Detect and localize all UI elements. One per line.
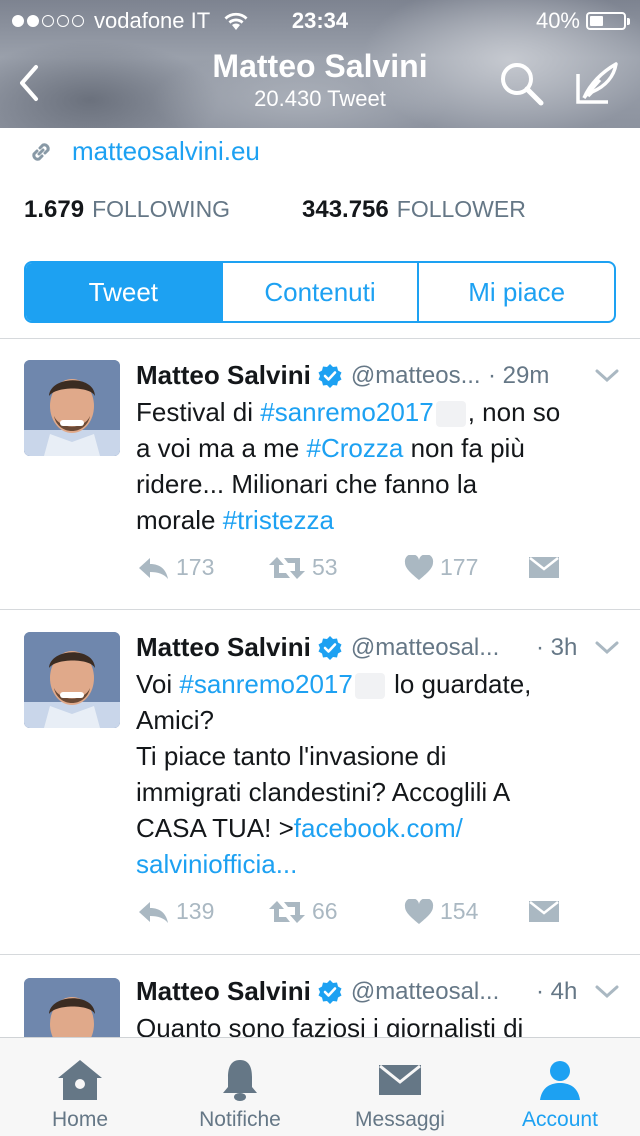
tweet-actions: 139 66 154 — [136, 898, 596, 938]
hashtag-link[interactable]: #sanremo2017 — [179, 669, 352, 699]
heart-icon — [404, 554, 434, 580]
status-bar: vodafone IT 23:34 40% — [0, 0, 640, 40]
tweet-author-name[interactable]: Matteo Salvini — [136, 360, 311, 391]
tabbar-account[interactable]: Account — [480, 1038, 640, 1136]
retweet-icon — [269, 900, 305, 923]
tweet-author-name[interactable]: Matteo Salvini — [136, 976, 311, 1007]
reply-count: 173 — [176, 554, 215, 580]
chevron-down-icon[interactable] — [594, 640, 620, 656]
profile-photo — [24, 978, 120, 1038]
profile-header: vodafone IT 23:34 40% Matteo Salvini 20.… — [0, 0, 640, 128]
verified-badge-icon — [318, 979, 342, 1004]
divider — [0, 954, 640, 955]
link-icon — [32, 142, 50, 161]
retweet-icon — [269, 556, 305, 579]
follower-count: 343.756 — [302, 196, 389, 223]
follower-label: FOLLOWER — [396, 196, 526, 222]
profile-photo — [24, 360, 120, 456]
profile-website[interactable]: matteosalvini.eu — [28, 136, 260, 167]
avatar[interactable] — [24, 978, 120, 1038]
direct-message-button[interactable] — [528, 898, 566, 924]
following-label: FOLLOWING — [92, 196, 231, 222]
tabbar-notifications-label: Notifiche — [199, 1108, 281, 1131]
url-link[interactable]: facebook.com/ — [294, 813, 463, 843]
like-button[interactable]: 154 — [404, 898, 478, 925]
tweet-item[interactable]: Matteo Salvini @matteosal... · 3h Voi #s… — [0, 620, 640, 954]
reply-icon — [139, 901, 168, 923]
bell-icon — [223, 1060, 257, 1101]
following-count: 1.679 — [24, 196, 85, 223]
reply-button[interactable]: 139 — [136, 898, 214, 925]
chevron-down-icon[interactable] — [594, 984, 620, 1000]
tweet-text: Quanto sono faziosi i giornalisti di — [136, 1013, 524, 1038]
tweet-timestamp: · 4h — [536, 978, 578, 1005]
website-link[interactable]: matteosalvini.eu — [72, 136, 260, 167]
tweet-author-handle[interactable]: @matteosal... — [351, 634, 499, 662]
verified-badge-icon — [318, 363, 342, 388]
tabbar-notifications[interactable]: Notifiche — [160, 1038, 320, 1136]
like-count: 177 — [440, 554, 479, 580]
battery-percent: 40% — [535, 8, 580, 33]
tweet-author-handle[interactable]: @matteosal... — [351, 978, 499, 1006]
tabbar-messages-label: Messaggi — [355, 1108, 445, 1131]
hashtag-link[interactable]: #tristezza — [223, 505, 334, 535]
heart-icon — [404, 898, 434, 924]
envelope-icon — [529, 557, 559, 578]
following-stat[interactable]: 1.679 FOLLOWING — [24, 196, 230, 224]
tweet-item[interactable]: Matteo Salvini @matteosal... · 4h Quanto… — [0, 966, 640, 1038]
envelope-icon — [529, 901, 559, 922]
verified-badge-icon — [318, 635, 342, 660]
url-link[interactable]: salviniofficia... — [136, 849, 297, 879]
reply-button[interactable]: 173 — [136, 554, 214, 581]
tab-contenuti[interactable]: Contenuti — [220, 263, 418, 321]
tweet-author-handle[interactable]: @matteos... — [351, 362, 481, 390]
follow-counts: 1.679 FOLLOWING 343.756 FOLLOWER — [24, 196, 526, 224]
compose-tweet-icon[interactable] — [570, 58, 622, 110]
tabbar-home[interactable]: Home — [0, 1038, 160, 1136]
tweet-actions: 173 53 177 — [136, 554, 596, 594]
divider — [0, 338, 640, 339]
tab-tweet[interactable]: Tweet — [26, 263, 221, 321]
tweet-author-name[interactable]: Matteo Salvini — [136, 632, 311, 663]
hashtag-link[interactable]: #sanremo2017 — [260, 397, 433, 427]
retweet-count: 66 — [312, 898, 338, 924]
profile-tabs: Tweet Contenuti Mi piace — [24, 261, 616, 323]
person-icon — [540, 1061, 580, 1100]
tabbar-home-label: Home — [51, 1108, 109, 1131]
tweet-text: Voi #sanremo2017 lo guardate, Amici? Ti … — [136, 669, 532, 879]
like-button[interactable]: 177 — [404, 554, 478, 581]
profile-photo — [24, 632, 120, 728]
tweet-timestamp: · 3h — [536, 634, 578, 661]
search-icon[interactable] — [496, 58, 548, 110]
tweet-text: Festival di #sanremo2017, non so a voi m… — [136, 397, 561, 535]
follower-stat[interactable]: 343.756 FOLLOWER — [302, 196, 526, 224]
hashtag-link[interactable]: #Crozza — [307, 433, 404, 463]
tabbar-messages[interactable]: Messaggi — [320, 1038, 480, 1136]
tab-mi-piace[interactable]: Mi piace — [417, 263, 614, 321]
retweet-button[interactable]: 66 — [268, 898, 338, 925]
bottom-tab-bar: Home Notifiche Messaggi Account — [0, 1037, 640, 1136]
tweet-item[interactable]: Matteo Salvini @matteos... · 29m Festiva… — [0, 348, 640, 608]
direct-message-button[interactable] — [528, 554, 566, 580]
retweet-count: 53 — [312, 554, 338, 580]
avatar[interactable] — [24, 632, 120, 728]
reply-icon — [139, 557, 168, 579]
battery-icon — [586, 12, 630, 30]
chevron-down-icon[interactable] — [594, 368, 620, 384]
home-icon — [58, 1060, 102, 1100]
reply-count: 139 — [176, 898, 215, 924]
retweet-button[interactable]: 53 — [268, 554, 338, 581]
avatar[interactable] — [24, 360, 120, 456]
envelope-icon — [379, 1064, 421, 1095]
tabbar-account-label: Account — [522, 1108, 598, 1131]
like-count: 154 — [440, 898, 479, 924]
divider — [0, 609, 640, 610]
tweet-timestamp: · 29m — [488, 362, 550, 389]
